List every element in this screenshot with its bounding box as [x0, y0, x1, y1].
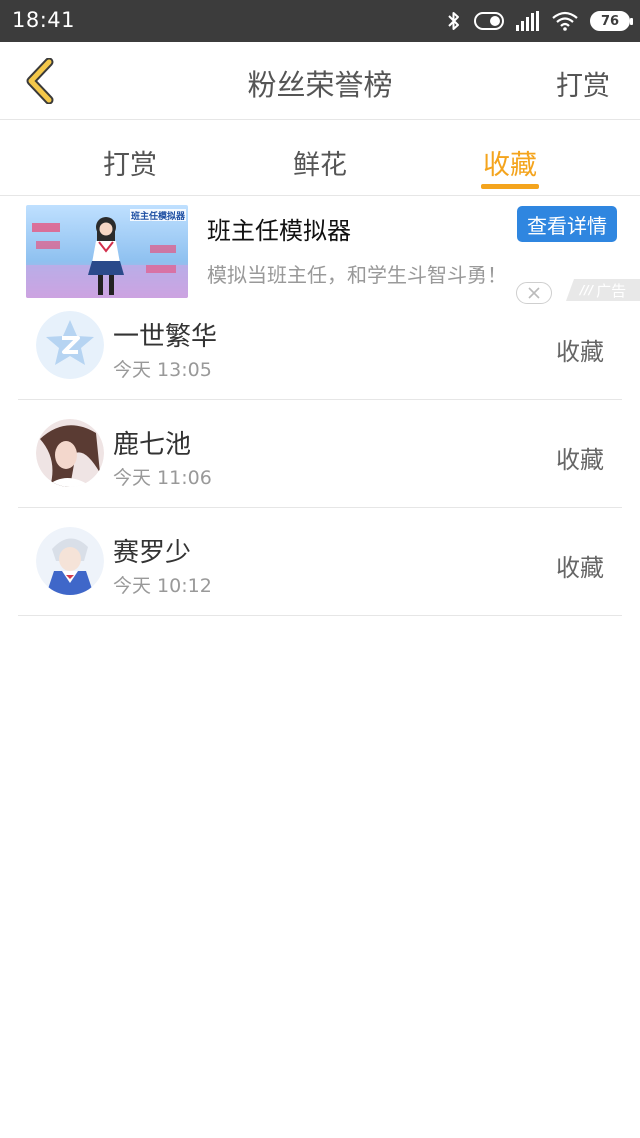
ad-image[interactable]: 班主任模拟器 — [26, 205, 188, 298]
user-name: 一世繁华 — [113, 322, 218, 352]
favorites-list: 一世繁华 今天 13:05 收藏 鹿七池 今天 11:06 收藏 赛罗少 今天 … — [18, 292, 622, 616]
action-label: 收藏 — [556, 338, 604, 366]
active-tab-indicator — [481, 184, 539, 189]
header: 粉丝荣誉榜 打赏 — [0, 42, 640, 120]
bluetooth-icon — [448, 12, 459, 30]
timestamp: 今天 10:12 — [113, 575, 212, 597]
action-label: 收藏 — [556, 446, 604, 474]
user-name: 鹿七池 — [113, 430, 192, 460]
toggle-icon — [474, 12, 504, 30]
ad-banner[interactable]: 班主任模拟器 班主任模拟器 模拟当班主任，和学生斗智斗勇！ 查看详情 /// 广… — [0, 197, 640, 304]
avatar[interactable] — [36, 311, 104, 379]
qq-default-avatar-icon — [36, 311, 104, 379]
user-name: 赛罗少 — [113, 538, 192, 568]
page-title: 粉丝荣誉榜 — [247, 68, 393, 102]
tab-favorites[interactable]: 收藏 — [450, 143, 570, 182]
status-time: 18:41 — [12, 8, 76, 32]
timestamp: 今天 11:06 — [113, 467, 212, 489]
tab-bar: 打赏 鲜花 收藏 — [0, 121, 640, 196]
tab-reward[interactable]: 打赏 — [70, 143, 190, 182]
view-details-button[interactable]: 查看详情 — [517, 206, 617, 242]
list-item[interactable]: 赛罗少 今天 10:12 收藏 — [18, 508, 622, 616]
list-item[interactable]: 一世繁华 今天 13:05 收藏 — [18, 292, 622, 400]
action-label: 收藏 — [556, 554, 604, 582]
avatar[interactable] — [36, 419, 104, 487]
status-bar: 18:41 76 — [0, 0, 640, 42]
reward-button[interactable]: 打赏 — [556, 64, 610, 103]
status-icons: 76 — [446, 9, 633, 33]
ad-description: 模拟当班主任，和学生斗智斗勇！ — [207, 263, 507, 287]
avatar[interactable] — [36, 527, 104, 595]
timestamp: 今天 13:05 — [113, 359, 212, 381]
tab-flowers[interactable]: 鲜花 — [260, 143, 380, 182]
signal-icon — [516, 11, 539, 31]
wifi-icon — [552, 11, 578, 31]
battery-icon: 76 — [590, 11, 633, 31]
svg-text:班主任模拟器: 班主任模拟器 — [131, 210, 186, 222]
ad-title[interactable]: 班主任模拟器 — [207, 211, 351, 246]
list-item[interactable]: 鹿七池 今天 11:06 收藏 — [18, 400, 622, 508]
